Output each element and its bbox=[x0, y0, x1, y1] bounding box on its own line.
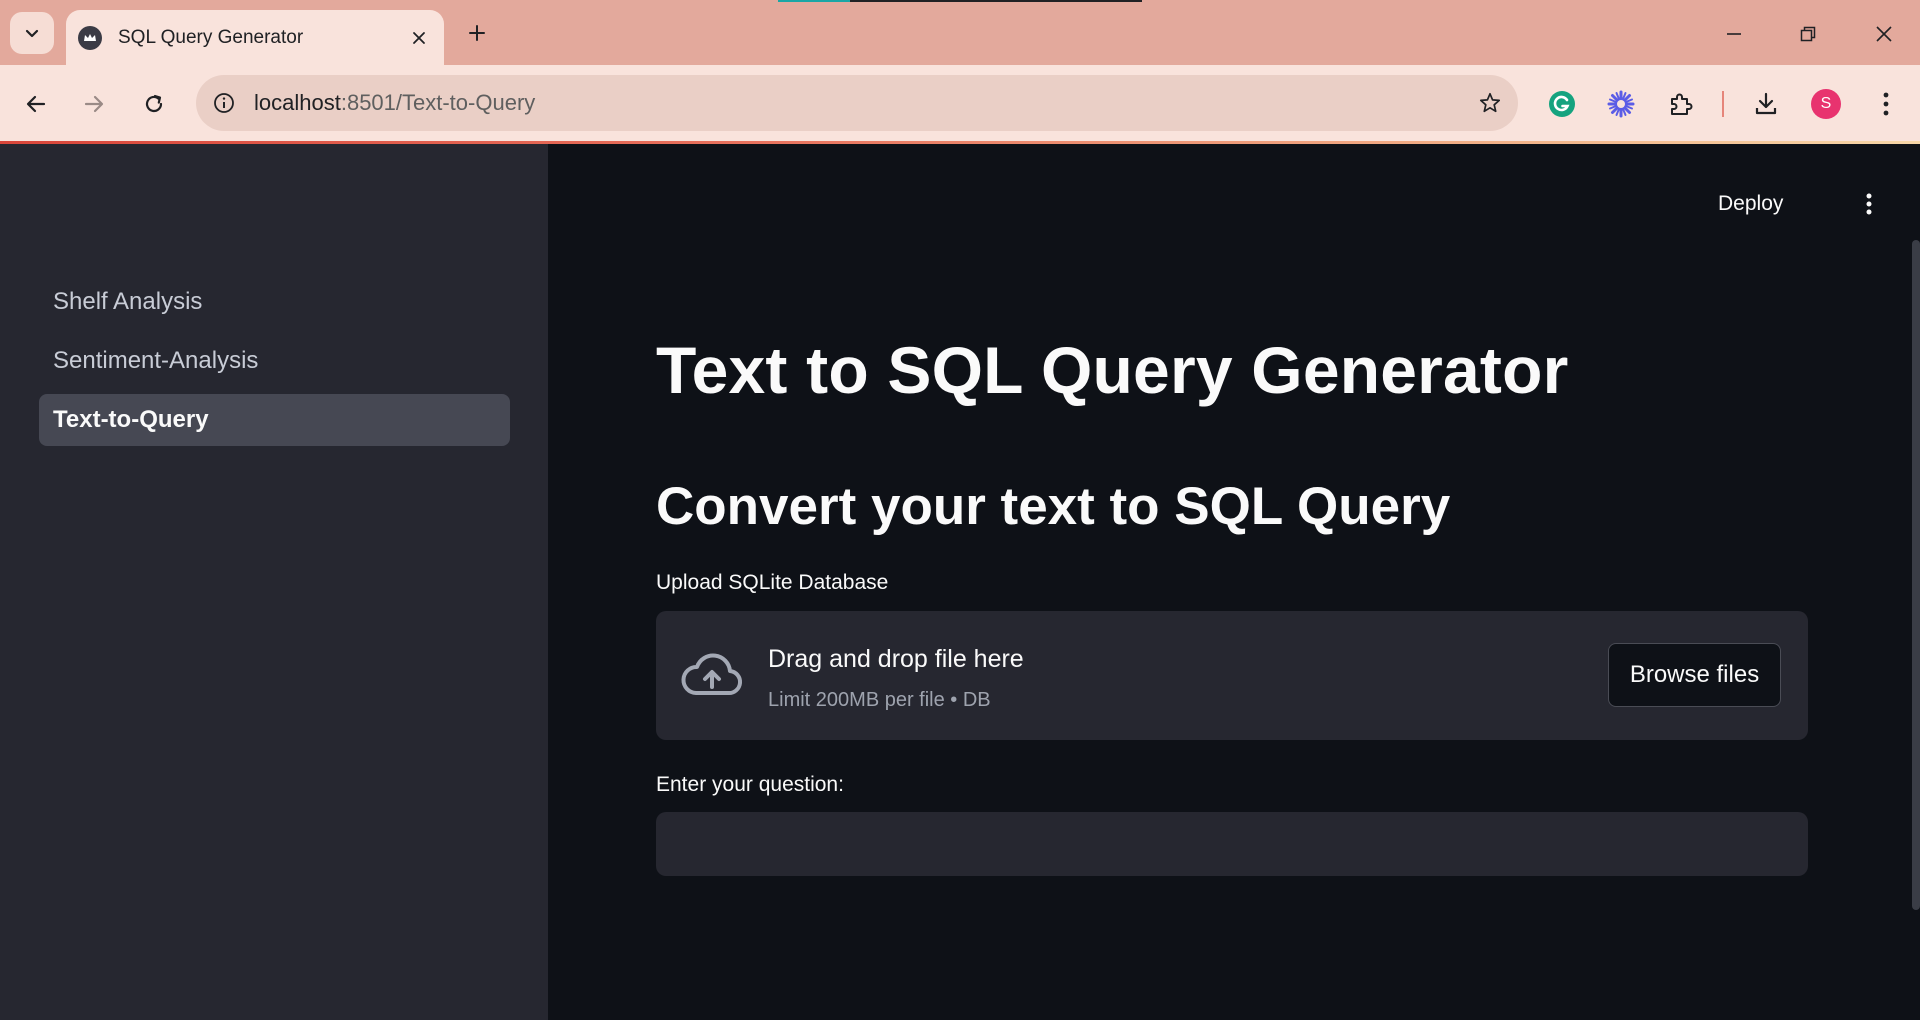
page-subtitle: Convert your text to SQL Query bbox=[656, 477, 1451, 536]
sidebar-item-text-to-query[interactable]: Text-to-Query bbox=[39, 394, 510, 446]
new-tab-button[interactable] bbox=[460, 16, 494, 50]
sidebar-item-label: Text-to-Query bbox=[53, 406, 209, 433]
back-button[interactable] bbox=[16, 84, 56, 124]
deploy-button[interactable]: Deploy bbox=[1718, 184, 1783, 224]
main-menu-button[interactable] bbox=[1854, 184, 1884, 224]
extension-button[interactable] bbox=[1601, 84, 1641, 124]
tab-title: SQL Query Generator bbox=[118, 26, 304, 48]
window-minimize-button[interactable] bbox=[1714, 14, 1754, 54]
back-icon bbox=[26, 95, 46, 113]
url-host: localhost bbox=[254, 90, 341, 115]
dropzone-limit-text: Limit 200MB per file • DB bbox=[768, 689, 991, 711]
address-bar[interactable]: localhost:8501/Text-to-Query bbox=[196, 75, 1518, 131]
sidebar-item-label: Sentiment-Analysis bbox=[53, 347, 259, 374]
download-icon bbox=[1755, 92, 1777, 115]
reload-icon bbox=[145, 94, 163, 113]
tab-search-button[interactable] bbox=[10, 12, 54, 54]
window-restore-button[interactable] bbox=[1788, 14, 1828, 54]
browser-toolbar: localhost:8501/Text-to-Query S bbox=[0, 65, 1920, 143]
main-content: Deploy Text to SQL Query Generator Conve… bbox=[548, 144, 1920, 1020]
more-vert-icon bbox=[1866, 193, 1872, 215]
browser-tab-strip: SQL Query Generator bbox=[0, 0, 1920, 65]
downloads-button[interactable] bbox=[1746, 84, 1786, 124]
page-title: Text to SQL Query Generator bbox=[656, 333, 1569, 407]
bookmark-star-button[interactable] bbox=[1462, 91, 1518, 115]
info-icon bbox=[214, 93, 234, 113]
chevron-down-icon bbox=[25, 29, 39, 38]
scrollbar[interactable] bbox=[1912, 240, 1920, 910]
star-icon bbox=[1479, 92, 1501, 113]
avatar: S bbox=[1811, 89, 1841, 119]
restore-icon bbox=[1800, 26, 1816, 42]
loading-indicator-teal bbox=[778, 0, 850, 2]
more-vert-icon bbox=[1883, 92, 1889, 116]
question-label: Enter your question: bbox=[656, 773, 844, 796]
window-close-button[interactable] bbox=[1864, 14, 1904, 54]
profile-button[interactable]: S bbox=[1806, 84, 1846, 124]
close-icon bbox=[1876, 26, 1892, 42]
minimize-icon bbox=[1727, 33, 1741, 35]
sidebar: Shelf Analysis Sentiment-Analysis Text-t… bbox=[0, 144, 548, 1020]
extension-flower-icon bbox=[1607, 90, 1635, 118]
url-text: localhost:8501/Text-to-Query bbox=[252, 90, 1462, 116]
puzzle-icon bbox=[1671, 93, 1693, 115]
close-icon bbox=[413, 31, 425, 44]
forward-icon bbox=[84, 95, 104, 113]
dropzone-title: Drag and drop file here bbox=[768, 645, 1024, 673]
file-dropzone[interactable]: Drag and drop file here Limit 200MB per … bbox=[656, 611, 1808, 740]
browse-files-button[interactable]: Browse files bbox=[1608, 643, 1781, 707]
question-input[interactable] bbox=[656, 812, 1808, 876]
reload-button[interactable] bbox=[134, 84, 174, 124]
browser-menu-button[interactable] bbox=[1866, 84, 1906, 124]
tab-close-button[interactable] bbox=[404, 23, 434, 53]
grammarly-extension-button[interactable] bbox=[1542, 84, 1582, 124]
grammarly-icon bbox=[1549, 91, 1575, 117]
site-info-button[interactable] bbox=[196, 91, 252, 115]
plus-icon bbox=[469, 25, 485, 41]
favicon-icon bbox=[78, 25, 102, 50]
forward-button[interactable] bbox=[74, 84, 114, 124]
loading-indicator-dark bbox=[850, 0, 1142, 2]
toolbar-divider bbox=[1722, 91, 1724, 117]
upload-label: Upload SQLite Database bbox=[656, 571, 889, 594]
sidebar-item-sentiment-analysis[interactable]: Sentiment-Analysis bbox=[39, 335, 510, 387]
browser-tab-active[interactable]: SQL Query Generator bbox=[66, 10, 444, 65]
cloud-upload-icon bbox=[681, 653, 743, 696]
sidebar-item-shelf-analysis[interactable]: Shelf Analysis bbox=[39, 276, 510, 328]
url-path: :8501/Text-to-Query bbox=[340, 90, 536, 115]
extensions-menu-button[interactable] bbox=[1661, 84, 1701, 124]
sidebar-item-label: Shelf Analysis bbox=[53, 288, 203, 315]
